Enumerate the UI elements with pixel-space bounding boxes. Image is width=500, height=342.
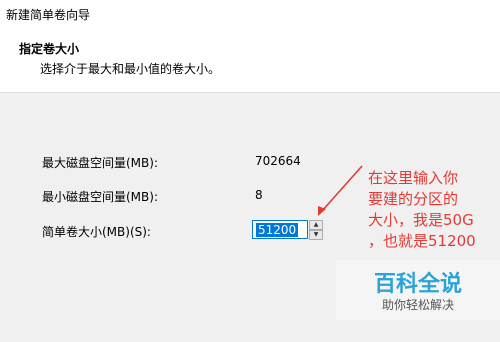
annotation-text: 在这里输入你 要建的分区的 大小，我是50G ，也就是51200 [368,168,500,252]
annotation-line: ，也就是51200 [368,232,476,250]
annotation-line: 要建的分区的 [368,190,459,208]
watermark-main: 百科全说 [373,272,462,297]
watermark-logo: 百科全说 助你轻松解决 [336,260,500,320]
annotation-line: 在这里输入你 [368,169,459,187]
annotation-line: 大小，我是50G [368,211,474,229]
watermark-sub: 助你轻松解决 [381,298,454,312]
